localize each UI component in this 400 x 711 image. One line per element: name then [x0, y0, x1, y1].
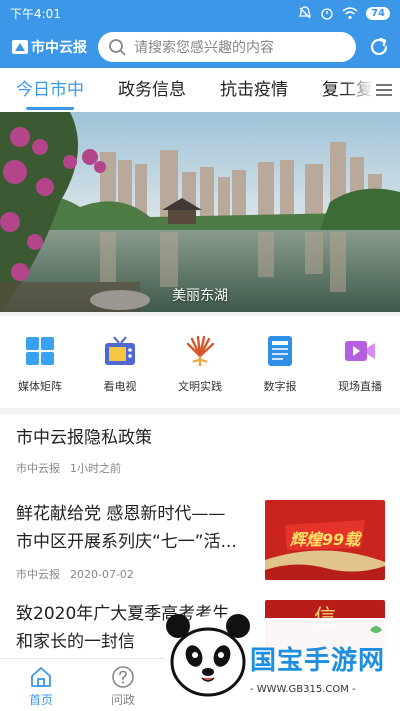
quick-link-label: 现场直播	[338, 380, 382, 393]
fan-icon	[186, 335, 215, 366]
quick-link-label: 看电视	[103, 380, 137, 393]
status-time: 下午4:01	[10, 6, 61, 21]
nav-label: 问政	[110, 693, 135, 707]
news-date: 2020-07-02	[70, 568, 134, 581]
news-title: 市中云报隐私政策	[16, 428, 152, 448]
news-source: 市中云报	[16, 462, 60, 475]
watermark-brand: 国宝手游网	[250, 646, 386, 676]
news-item[interactable]: 市中云报隐私政策 市中云报 1小时之前	[16, 424, 152, 476]
quick-link-civilization-practice[interactable]: 文明实践	[165, 334, 235, 394]
banner-image[interactable]	[0, 112, 400, 312]
status-icons: 74	[298, 6, 390, 20]
search-input[interactable]: 请搜索您感兴趣的内容	[98, 32, 356, 62]
battery-indicator: 74	[366, 6, 390, 20]
category-tabs: 今日市中 政务信息 抗击疫情 复工复产	[0, 68, 400, 112]
question-icon	[112, 666, 134, 688]
quick-link-live-broadcast[interactable]: 现场直播	[325, 334, 395, 394]
app-logo: 市中云报	[12, 37, 98, 57]
quick-link-digital-newspaper[interactable]: 数字报	[245, 334, 315, 394]
lake-city-photo	[0, 112, 400, 312]
news-title-line-1: 鲜花献给党 感恩新时代——	[16, 504, 226, 524]
home-icon	[31, 667, 51, 687]
quick-link-watch-tv[interactable]: 看电视	[85, 334, 155, 394]
wifi-icon	[342, 6, 358, 19]
status-bar: 下午4:01 74	[0, 0, 400, 26]
menu-icon[interactable]	[374, 80, 394, 100]
video-icon	[345, 341, 375, 361]
quick-link-label: 文明实践	[178, 380, 222, 393]
quick-link-media-matrix[interactable]: 媒体矩阵	[5, 334, 75, 394]
news-time: 1小时之前	[70, 462, 121, 475]
news-source: 市中云报	[16, 568, 60, 581]
news-item[interactable]: 鲜花献给党 感恩新时代—— 市中区开展系列庆“七一”活... 市中云报 2020-…	[16, 500, 256, 582]
grid-icon	[26, 337, 54, 365]
quick-link-label: 媒体矩阵	[18, 380, 62, 393]
banner-caption: 美丽东湖	[172, 288, 228, 304]
news-thumbnail[interactable]: 辉煌99载	[265, 500, 385, 580]
search-placeholder: 请搜索您感兴趣的内容	[134, 40, 274, 56]
tv-icon	[105, 336, 135, 365]
nav-inquiry[interactable]: 问政	[82, 659, 164, 711]
watermark-url: - WWW.GB315.COM -	[250, 684, 356, 695]
newspaper-icon	[268, 336, 292, 366]
search-icon	[109, 39, 126, 56]
quick-links: 媒体矩阵 看电视 文明实践 数字报 现场直播	[0, 316, 400, 408]
refresh-icon[interactable]	[368, 36, 390, 58]
nav-label: 首页	[28, 693, 53, 707]
news-meta: 市中云报 2020-07-02	[16, 566, 256, 582]
tab-today-shizhong[interactable]: 今日市中	[16, 68, 84, 112]
tab-government-info[interactable]: 政务信息	[118, 68, 186, 112]
thumbnail-text: 辉煌99载	[289, 530, 361, 549]
tab-fight-epidemic[interactable]: 抗击疫情	[220, 68, 288, 112]
nav-home[interactable]: 首页	[0, 659, 82, 711]
quick-link-label: 数字报	[263, 380, 297, 393]
mute-icon	[299, 6, 311, 19]
alarm-icon	[321, 8, 333, 20]
logo-text: 市中云报	[31, 40, 87, 56]
logo-mark-icon	[12, 40, 28, 54]
news-title-line-2: 市中区开展系列庆“七一”活...	[16, 532, 237, 552]
app-bar: 市中云报 请搜索您感兴趣的内容	[0, 26, 400, 68]
news-meta: 市中云报 1小时之前	[16, 460, 152, 476]
